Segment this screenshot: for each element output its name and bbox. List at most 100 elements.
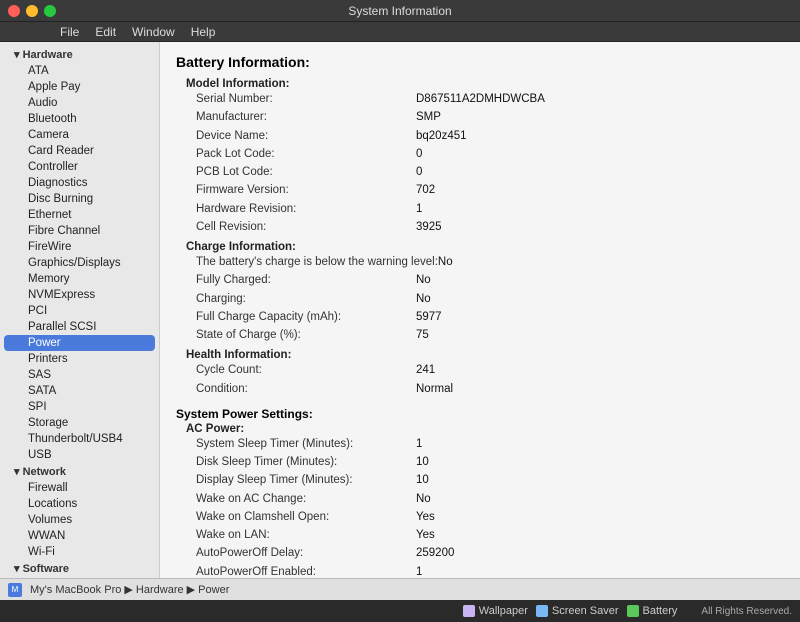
cell-revision-row: Cell Revision: 3925 (186, 219, 784, 237)
battery-icon (627, 605, 639, 617)
device-name-label: Device Name: (196, 128, 416, 145)
below-warning-label: The battery's charge is below the warnin… (196, 254, 438, 271)
sidebar-item-ethernet[interactable]: Ethernet (0, 207, 159, 223)
sidebar-item-thunderbolt[interactable]: Thunderbolt/USB4 (0, 431, 159, 447)
ac-power-title: AC Power: (186, 423, 784, 435)
sidebar-item-pci[interactable]: PCI (0, 303, 159, 319)
sidebar-group-network: ▾ Network (0, 463, 159, 480)
health-info-group: Health Information: Cycle Count: 241 Con… (186, 349, 784, 399)
breadcrumb: My's MacBook Pro ▶ Hardware ▶ Power (30, 583, 229, 596)
device-name-value: bq20z451 (416, 128, 467, 145)
sidebar-group-hardware: ▾ Hardware (0, 46, 159, 63)
fully-charged-label: Fully Charged: (196, 272, 416, 289)
taskbar-wallpaper[interactable]: Wallpaper (463, 605, 528, 617)
menu-edit[interactable]: Edit (95, 25, 116, 39)
sidebar-item-firewall[interactable]: Firewall (0, 480, 159, 496)
cycle-count-value: 241 (416, 362, 435, 379)
below-warning-row: The battery's charge is below the warnin… (186, 254, 784, 272)
state-of-charge-label: State of Charge (%): (196, 327, 416, 344)
screensaver-label: Screen Saver (552, 605, 619, 617)
pack-lot-code-label: Pack Lot Code: (196, 146, 416, 163)
ac-display-sleep-row: Display Sleep Timer (Minutes): 10 (186, 472, 784, 490)
cell-revision-value: 3925 (416, 219, 442, 236)
ac-wake-ac-change-label: Wake on AC Change: (196, 491, 416, 508)
menu-file[interactable]: File (60, 25, 79, 39)
full-charge-capacity-row: Full Charge Capacity (mAh): 5977 (186, 309, 784, 327)
sidebar-item-wifi[interactable]: Wi-Fi (0, 544, 159, 560)
sidebar-item-audio[interactable]: Audio (0, 95, 159, 111)
ac-wake-ac-change-row: Wake on AC Change: No (186, 491, 784, 509)
pcb-lot-code-row: PCB Lot Code: 0 (186, 164, 784, 182)
copyright-text: All Rights Reserved. (701, 606, 792, 617)
ac-system-sleep-row: System Sleep Timer (Minutes): 1 (186, 436, 784, 454)
sidebar-item-fibrechannel[interactable]: Fibre Channel (0, 223, 159, 239)
sidebar: ▾ Hardware ATA Apple Pay Audio Bluetooth… (0, 42, 160, 578)
screensaver-icon (536, 605, 548, 617)
sidebar-item-storage[interactable]: Storage (0, 415, 159, 431)
manufacturer-label: Manufacturer: (196, 109, 416, 126)
charge-info-group: Charge Information: The battery's charge… (186, 241, 784, 345)
firmware-version-label: Firmware Version: (196, 182, 416, 199)
hardware-revision-value: 1 (416, 201, 422, 218)
sidebar-item-memory[interactable]: Memory (0, 271, 159, 287)
full-charge-capacity-label: Full Charge Capacity (mAh): (196, 309, 416, 326)
sidebar-item-cardreader[interactable]: Card Reader (0, 143, 159, 159)
taskbar-battery[interactable]: Battery (627, 605, 678, 617)
charging-row: Charging: No (186, 291, 784, 309)
sidebar-item-nvmexpress[interactable]: NVMExpress (0, 287, 159, 303)
serial-number-value: D867511A2DMHDWCBA (416, 91, 545, 108)
model-info-group: Model Information: Serial Number: D86751… (186, 78, 784, 237)
content-area: Battery Information: Model Information: … (160, 42, 800, 578)
ac-autopoweroff-enabled-label: AutoPowerOff Enabled: (196, 564, 416, 579)
sidebar-item-parallelscsi[interactable]: Parallel SCSI (0, 319, 159, 335)
sidebar-item-controller[interactable]: Controller (0, 159, 159, 175)
sidebar-item-usb[interactable]: USB (0, 447, 159, 463)
device-name-row: Device Name: bq20z451 (186, 128, 784, 146)
sidebar-item-power[interactable]: Power (4, 335, 155, 351)
sidebar-item-ata[interactable]: ATA (0, 63, 159, 79)
sidebar-item-locations[interactable]: Locations (0, 496, 159, 512)
ac-autopoweroff-delay-row: AutoPowerOff Delay: 259200 (186, 545, 784, 563)
maximize-button[interactable] (44, 5, 56, 17)
sidebar-item-wwan[interactable]: WWAN (0, 528, 159, 544)
wallpaper-icon (463, 605, 475, 617)
sidebar-item-sas[interactable]: SAS (0, 367, 159, 383)
condition-value: Normal (416, 381, 453, 398)
sidebar-item-firewire[interactable]: FireWire (0, 239, 159, 255)
sidebar-group-software: ▾ Software (0, 560, 159, 577)
pack-lot-code-row: Pack Lot Code: 0 (186, 146, 784, 164)
pcb-lot-code-label: PCB Lot Code: (196, 164, 416, 181)
ac-wake-ac-change-value: No (416, 491, 431, 508)
ac-system-sleep-value: 1 (416, 436, 422, 453)
breadcrumb-icon: M (8, 583, 22, 597)
minimize-button[interactable] (26, 5, 38, 17)
sidebar-item-sata[interactable]: SATA (0, 383, 159, 399)
sidebar-item-spi[interactable]: SPI (0, 399, 159, 415)
serial-number-row: Serial Number: D867511A2DMHDWCBA (186, 91, 784, 109)
charging-value: No (416, 291, 431, 308)
traffic-lights (8, 5, 56, 17)
health-info-title: Health Information: (186, 349, 784, 361)
menu-window[interactable]: Window (132, 25, 175, 39)
sidebar-item-diagnostics[interactable]: Diagnostics (0, 175, 159, 191)
sidebar-item-volumes[interactable]: Volumes (0, 512, 159, 528)
sidebar-item-applepay[interactable]: Apple Pay (0, 79, 159, 95)
ac-autopoweroff-delay-value: 259200 (416, 545, 454, 562)
sidebar-item-accessibility[interactable]: Accessibility (0, 577, 159, 578)
sidebar-item-graphics[interactable]: Graphics/Displays (0, 255, 159, 271)
sidebar-item-printers[interactable]: Printers (0, 351, 159, 367)
cell-revision-label: Cell Revision: (196, 219, 416, 236)
battery-label: Battery (643, 605, 678, 617)
ac-power-group: AC Power: System Sleep Timer (Minutes): … (186, 423, 784, 578)
sidebar-item-discburning[interactable]: Disc Burning (0, 191, 159, 207)
sidebar-item-camera[interactable]: Camera (0, 127, 159, 143)
fully-charged-value: No (416, 272, 431, 289)
firmware-version-value: 702 (416, 182, 435, 199)
bottom-bar: M My's MacBook Pro ▶ Hardware ▶ Power (0, 578, 800, 600)
sidebar-item-bluetooth[interactable]: Bluetooth (0, 111, 159, 127)
menu-help[interactable]: Help (191, 25, 216, 39)
hardware-revision-row: Hardware Revision: 1 (186, 201, 784, 219)
taskbar-screensaver[interactable]: Screen Saver (536, 605, 619, 617)
title-bar: System Information (0, 0, 800, 22)
close-button[interactable] (8, 5, 20, 17)
